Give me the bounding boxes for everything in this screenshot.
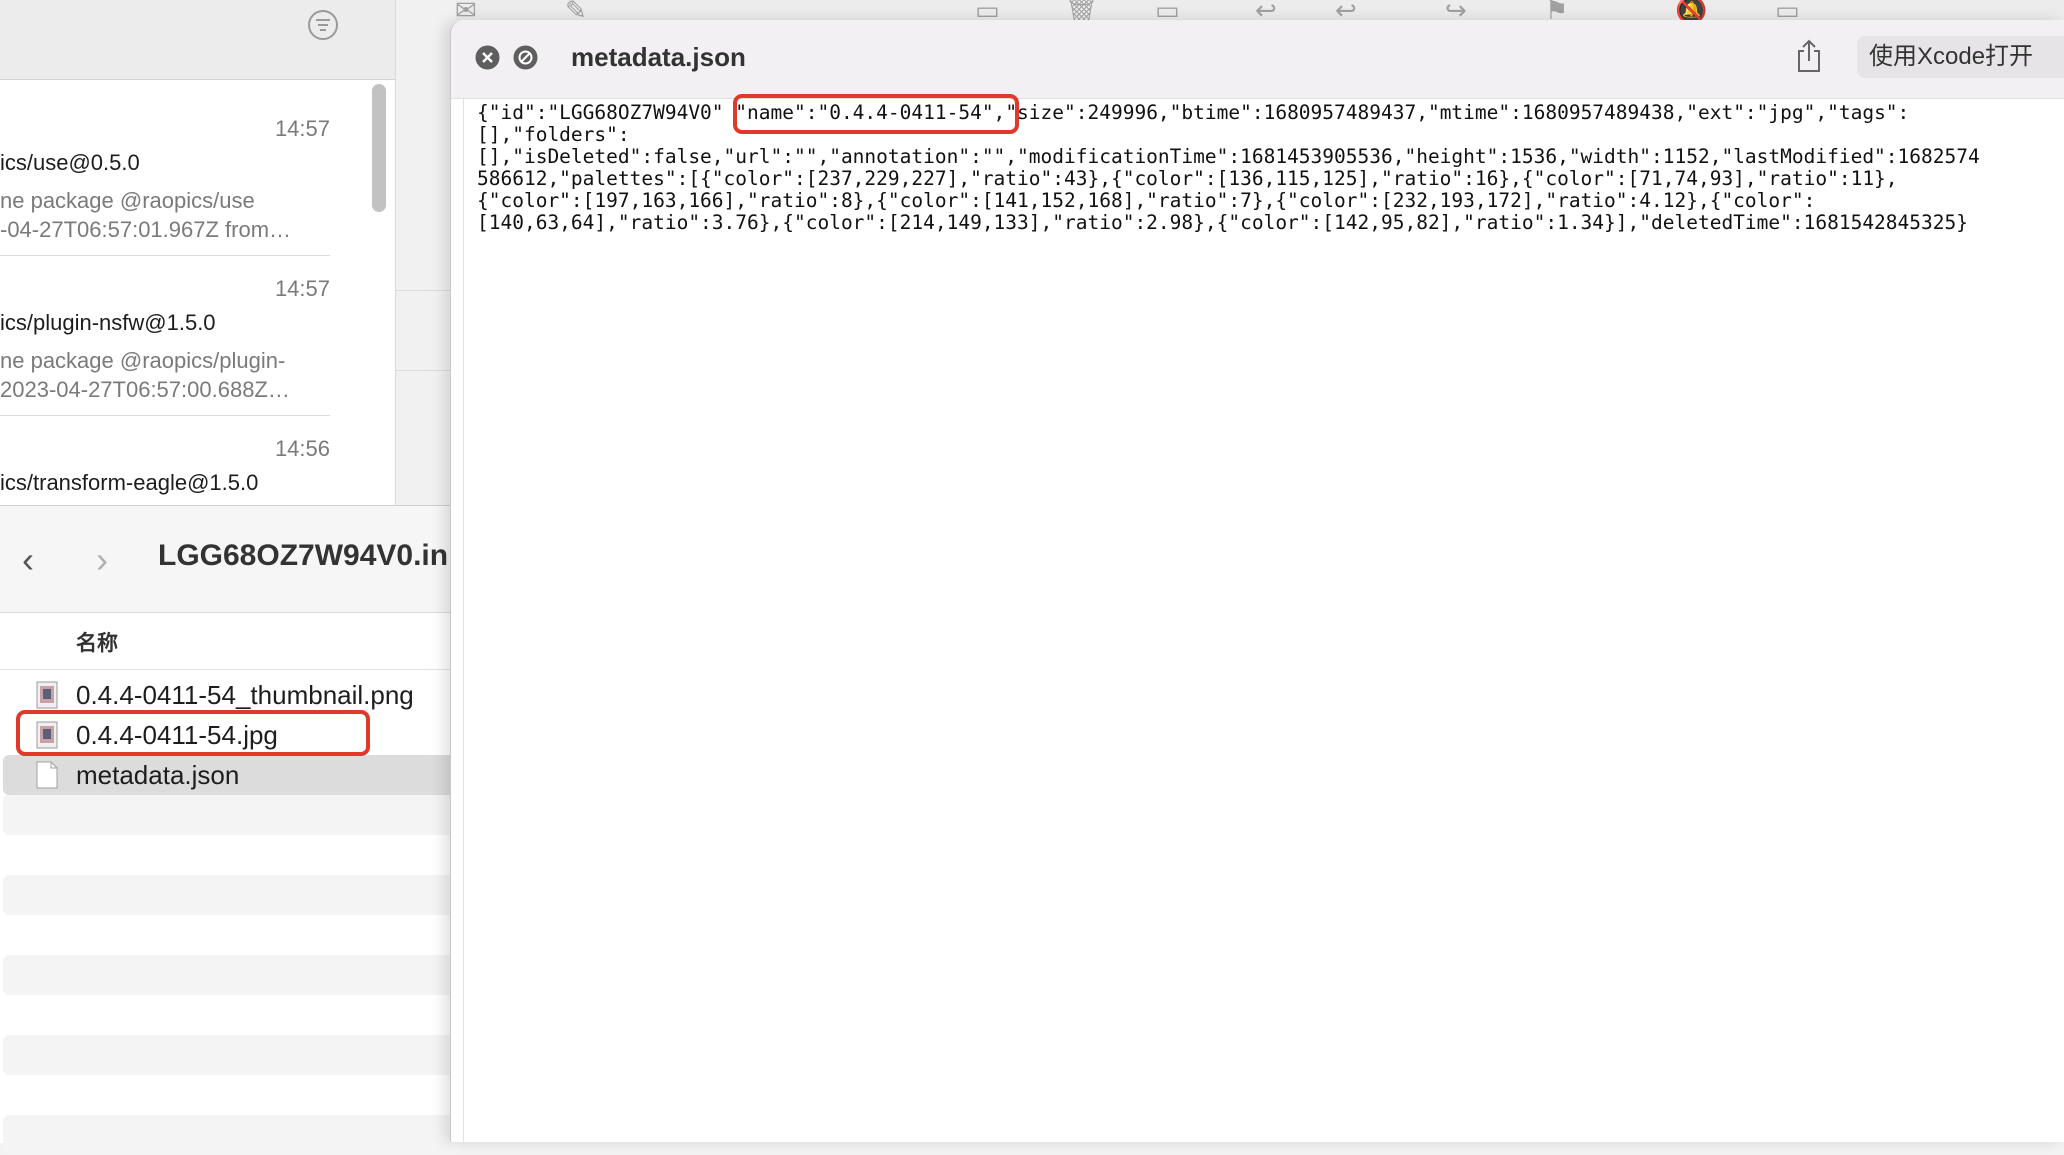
archive-icon[interactable]: ▭	[975, 0, 1000, 23]
image-file-icon	[36, 681, 58, 709]
mail-message-list: 14:57 ics/use@0.5.0 ne package @raopics/…	[0, 80, 395, 505]
mute-icon[interactable]: 🔕	[1675, 0, 1707, 23]
divider	[0, 415, 330, 416]
json-text: "size":249996,"btime":1680957489437,"mti…	[1005, 101, 1910, 124]
quicklook-title: metadata.json	[571, 42, 746, 72]
quicklook-window: metadata.json 使用Xcode打开 {"id":"LGG68OZ7W…	[450, 20, 2064, 1142]
share-icon[interactable]	[1795, 39, 1823, 73]
reply-all-icon[interactable]: ↩	[1335, 0, 1357, 23]
annotation-highlight-box	[16, 710, 370, 756]
back-icon[interactable]: ‹	[22, 540, 52, 580]
junk-icon[interactable]: ▭	[1155, 0, 1180, 23]
file-row-selected[interactable]: metadata.json	[3, 755, 463, 795]
message-preview: ne package @raopics/use	[0, 188, 255, 213]
json-text: [140,63,64],"ratio":3.76},{"color":[214,…	[477, 211, 1968, 234]
message-time: 14:56	[274, 436, 330, 461]
mail-reading-pane	[395, 0, 456, 505]
message-subject: ics/use@0.5.0	[0, 150, 140, 175]
file-name: 0.4.4-0411-54_thumbnail.png	[76, 680, 414, 710]
divider	[396, 290, 456, 291]
message-preview: ne package @raopics/plugin-	[0, 348, 286, 373]
reply-icon[interactable]: ↩	[1255, 0, 1277, 23]
open-with-xcode-button[interactable]: 使用Xcode打开	[1857, 36, 2064, 78]
json-text: 586612,"palettes":[{"color":[237,229,227…	[477, 167, 1898, 190]
finder-window: ‹ › LGG68OZ7W94V0.in 名称 0.4.4-0411-54_th…	[0, 505, 463, 1155]
filter-icon[interactable]	[307, 9, 339, 41]
message-preview: -04-27T06:57:01.967Z from…	[0, 217, 292, 242]
message-subject: ics/plugin-nsfw@1.5.0	[0, 310, 216, 335]
empty-row	[3, 1035, 460, 1075]
message-time: 14:57	[274, 276, 330, 301]
column-name-header[interactable]: 名称	[76, 627, 118, 657]
hide-icon[interactable]	[513, 45, 538, 70]
message-time: 14:57	[274, 116, 330, 141]
divider	[0, 255, 330, 256]
empty-row	[3, 795, 460, 835]
forward-icon[interactable]: ↪	[1445, 0, 1467, 23]
scrollbar[interactable]	[372, 84, 386, 212]
mail-toolbar	[0, 0, 395, 80]
forward-icon[interactable]: ›	[96, 540, 126, 580]
flag-icon[interactable]: ⚑	[1545, 0, 1568, 23]
annotation-highlight-box	[733, 94, 1019, 134]
finder-toolbar: ‹ › LGG68OZ7W94V0.in	[0, 506, 460, 613]
document-file-icon	[36, 761, 58, 789]
quicklook-titlebar: metadata.json 使用Xcode打开	[451, 20, 2064, 99]
empty-row	[3, 875, 460, 915]
close-icon[interactable]	[475, 45, 500, 70]
finder-folder-title: LGG68OZ7W94V0.in	[158, 539, 449, 572]
move-icon[interactable]: ▭	[1775, 0, 1800, 23]
empty-row	[3, 1115, 460, 1155]
mail-main-toolbar: ✉ ✎ ▭ 🗑 ▭ ↩ ↩ ↪ ⚑ 🔕 ▭	[455, 0, 2064, 23]
compose-icon[interactable]: ✎	[565, 0, 587, 23]
json-text: {"id":"LGG68OZ7W94V0"	[477, 101, 736, 124]
json-content: {"id":"LGG68OZ7W94V0" "name":"0.4.4-0411…	[477, 102, 2057, 234]
message-preview: 2023-04-27T06:57:00.688Z…	[0, 377, 290, 402]
file-row[interactable]: 0.4.4-0411-54_thumbnail.png	[0, 675, 460, 715]
json-text: {"color":[197,163,166],"ratio":8},{"colo…	[477, 189, 1816, 212]
divider	[463, 99, 464, 1142]
empty-row	[3, 955, 460, 995]
message-subject: ics/transform-eagle@1.5.0	[0, 470, 259, 495]
column-header: 名称	[0, 613, 460, 670]
json-text: [],"isDeleted":false,"url":"","annotatio…	[477, 145, 1980, 168]
trash-icon[interactable]: 🗑	[1065, 0, 1098, 23]
json-text: [],"folders":	[477, 123, 630, 146]
file-name: metadata.json	[76, 760, 240, 790]
mail-icon[interactable]: ✉	[455, 0, 477, 23]
divider	[396, 370, 456, 371]
